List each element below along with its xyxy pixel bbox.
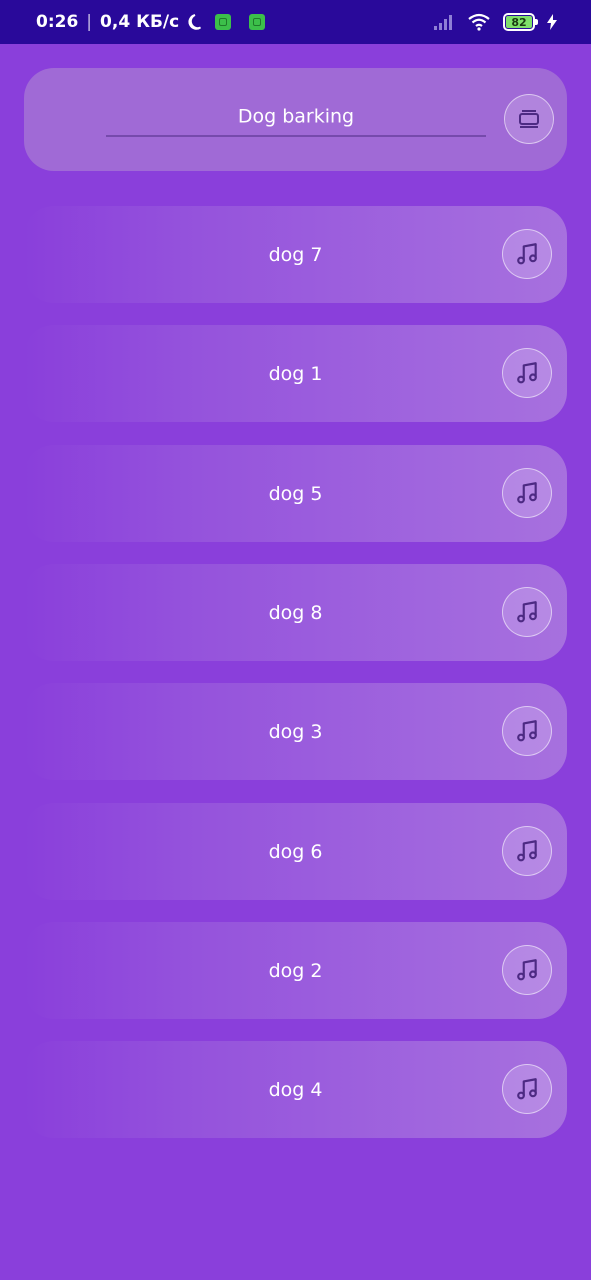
signal-icon bbox=[434, 15, 452, 30]
music-note-icon bbox=[517, 840, 537, 862]
sound-label: dog 8 bbox=[268, 601, 323, 624]
sound-label: dog 1 bbox=[268, 362, 323, 385]
play-sound-button[interactable] bbox=[502, 826, 552, 876]
search-input[interactable] bbox=[106, 101, 486, 137]
moon-icon bbox=[188, 14, 202, 30]
play-sound-button[interactable] bbox=[502, 587, 552, 637]
battery-level: 82 bbox=[506, 16, 532, 29]
music-note-icon bbox=[517, 601, 537, 623]
music-note-icon bbox=[517, 362, 537, 384]
list-item[interactable]: dog 2 bbox=[24, 922, 567, 1019]
sound-label: dog 2 bbox=[268, 959, 323, 982]
sound-label: dog 7 bbox=[268, 243, 323, 266]
notification-icon bbox=[249, 14, 266, 30]
play-sound-button[interactable] bbox=[502, 706, 552, 756]
music-note-icon bbox=[517, 482, 537, 504]
list-item[interactable]: dog 8 bbox=[24, 564, 567, 661]
play-sound-button[interactable] bbox=[502, 945, 552, 995]
sound-label: dog 6 bbox=[268, 840, 323, 863]
collection-button[interactable] bbox=[504, 94, 554, 144]
charging-icon bbox=[547, 14, 557, 30]
status-time: 0:26 bbox=[36, 12, 79, 32]
music-note-icon bbox=[517, 243, 537, 265]
list-item[interactable]: dog 4 bbox=[24, 1041, 567, 1138]
list-item[interactable]: dog 7 bbox=[24, 206, 567, 303]
play-sound-button[interactable] bbox=[502, 468, 552, 518]
network-speed: 0,4 КБ/с bbox=[100, 12, 180, 32]
list-item[interactable]: dog 1 bbox=[24, 325, 567, 422]
music-note-icon bbox=[517, 720, 537, 742]
list-item[interactable]: dog 3 bbox=[24, 683, 567, 780]
list-item[interactable]: dog 5 bbox=[24, 445, 567, 542]
sound-label: dog 4 bbox=[268, 1078, 323, 1101]
battery-icon: 82 bbox=[503, 13, 538, 31]
sound-label: dog 3 bbox=[268, 720, 323, 743]
play-sound-button[interactable] bbox=[502, 348, 552, 398]
status-left: 0:26 | 0,4 КБ/с bbox=[36, 12, 266, 32]
status-right: 82 bbox=[433, 13, 557, 31]
music-note-icon bbox=[517, 1078, 537, 1100]
search-card bbox=[24, 68, 567, 171]
sound-label: dog 5 bbox=[268, 482, 323, 505]
collection-icon bbox=[519, 110, 539, 128]
notification-icon bbox=[215, 14, 232, 30]
play-sound-button[interactable] bbox=[502, 1064, 552, 1114]
status-bar: 0:26 | 0,4 КБ/с 82 bbox=[0, 0, 591, 44]
wifi-icon bbox=[468, 13, 490, 31]
status-separator: | bbox=[86, 12, 93, 32]
list-item[interactable]: dog 6 bbox=[24, 803, 567, 900]
music-note-icon bbox=[517, 959, 537, 981]
play-sound-button[interactable] bbox=[502, 229, 552, 279]
